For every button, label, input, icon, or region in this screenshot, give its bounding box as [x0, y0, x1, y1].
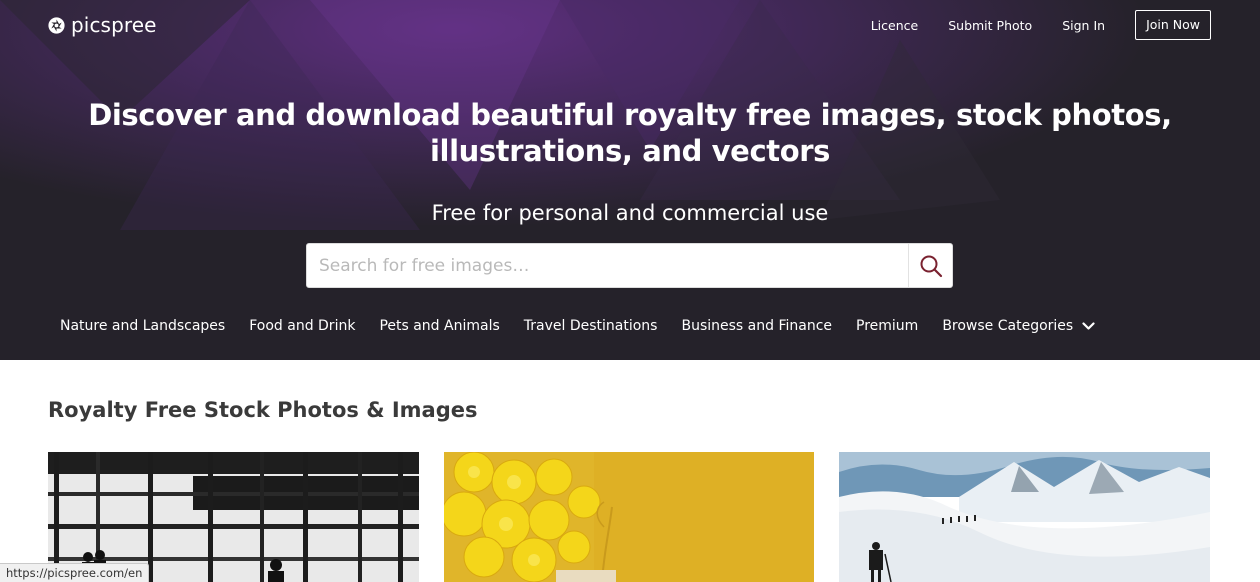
join-now-button[interactable]: Join Now — [1135, 10, 1211, 40]
status-bar-url: https://picspree.com/en — [0, 563, 150, 582]
photo-card-yellow-flowers[interactable] — [444, 452, 814, 582]
category-nature-landscapes[interactable]: Nature and Landscapes — [60, 318, 225, 334]
chevron-down-icon — [1082, 321, 1095, 330]
category-premium[interactable]: Premium — [856, 318, 918, 334]
search-button[interactable] — [908, 244, 952, 287]
category-business-finance[interactable]: Business and Finance — [681, 318, 832, 334]
logo[interactable]: picspree — [48, 12, 157, 38]
photo-snow-mountain-hikers — [839, 452, 1210, 582]
search-bar — [306, 243, 953, 288]
browse-categories-dropdown[interactable]: Browse Categories — [942, 318, 1095, 334]
licence-link[interactable]: Licence — [871, 18, 919, 33]
sign-in-link[interactable]: Sign In — [1062, 18, 1105, 33]
browse-categories-label: Browse Categories — [942, 318, 1074, 334]
aperture-logo-icon — [48, 16, 65, 34]
hero-subheadline: Free for personal and commercial use — [431, 201, 829, 225]
hero-banner: picspree Licence Submit Photo Sign In Jo… — [0, 0, 1260, 360]
search-icon — [920, 255, 942, 277]
logo-text: picspree — [71, 13, 157, 37]
hero-headline: Discover and download beautiful royalty … — [88, 98, 1172, 168]
category-navigation: Nature and Landscapes Food and Drink Pet… — [60, 314, 1095, 338]
hero-background — [0, 0, 1260, 360]
search-input[interactable] — [307, 244, 908, 287]
top-navigation: Licence Submit Photo Sign In Join Now — [871, 10, 1211, 40]
photo-yellow-flowers — [444, 452, 814, 582]
category-food-drink[interactable]: Food and Drink — [249, 318, 355, 334]
submit-photo-link[interactable]: Submit Photo — [948, 18, 1032, 33]
category-travel-destinations[interactable]: Travel Destinations — [524, 318, 658, 334]
section-title: Royalty Free Stock Photos & Images — [48, 398, 478, 422]
category-pets-animals[interactable]: Pets and Animals — [379, 318, 499, 334]
photo-card-snow-mountain-hikers[interactable] — [839, 452, 1210, 582]
